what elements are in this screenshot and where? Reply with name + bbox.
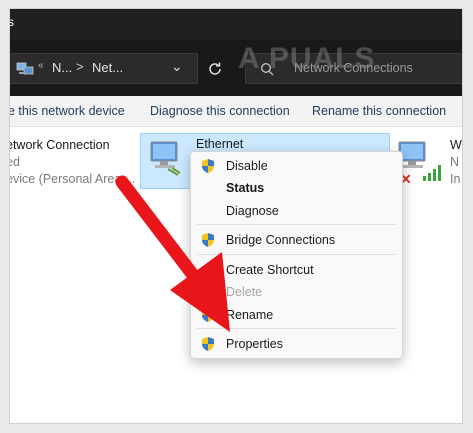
search-box[interactable]: Network Connections: [245, 53, 462, 84]
command-bar: e this network device Diagnose this conn…: [10, 96, 462, 127]
menu-item-status[interactable]: Status: [191, 177, 402, 199]
connection-name: etwork Connection: [10, 138, 110, 152]
search-placeholder: Network Connections: [294, 61, 413, 75]
connection-item-wifi[interactable]: W N In: [450, 137, 462, 188]
connection-device: In: [450, 172, 461, 186]
menu-item-label: Properties: [226, 337, 283, 351]
uac-shield-icon: [202, 159, 214, 173]
uac-shield-icon: [202, 337, 214, 351]
uac-shield-icon: [202, 233, 214, 247]
connection-status: ed: [10, 155, 20, 169]
ethernet-adapter-icon: [150, 141, 181, 176]
menu-item-bridge-connections[interactable]: Bridge Connections: [191, 229, 402, 251]
refresh-icon[interactable]: [207, 61, 223, 77]
menu-item-properties[interactable]: Properties: [191, 333, 402, 355]
menu-item-label: Delete: [226, 285, 263, 299]
window-title: s: [10, 15, 14, 29]
menu-item-delete: Delete: [191, 281, 402, 303]
title-bar: s: [10, 9, 462, 40]
connection-name: W: [450, 138, 462, 152]
address-bar-area: « N... > Net... ⌄ Network Connections: [10, 40, 462, 96]
menu-item-label: Status: [226, 181, 265, 195]
menu-item-disable[interactable]: Disable: [191, 155, 402, 177]
chevron-down-icon[interactable]: ⌄: [171, 58, 183, 75]
ethernet-connection-name: Ethernet: [196, 137, 244, 151]
menu-separator: [197, 224, 396, 225]
menu-separator: [197, 254, 396, 255]
search-icon: [260, 62, 274, 76]
menu-separator: [197, 328, 396, 329]
menu-item-create-shortcut[interactable]: Create Shortcut: [191, 259, 402, 281]
connection-status: N: [450, 155, 460, 169]
uac-shield-icon: [202, 308, 214, 322]
menu-item-rename[interactable]: Rename: [191, 304, 402, 326]
menu-item-label: Rename: [226, 308, 274, 322]
breadcrumb[interactable]: « N... > Net... ⌄: [10, 53, 198, 84]
breadcrumb-separator-icon: >: [76, 59, 84, 74]
menu-item-label: Disable: [226, 159, 268, 173]
breadcrumb-item-2[interactable]: Net...: [92, 60, 123, 75]
disable-device-command[interactable]: e this network device: [10, 104, 125, 118]
diagnose-connection-command[interactable]: Diagnose this connection: [150, 104, 290, 118]
menu-item-label: Create Shortcut: [226, 263, 314, 277]
menu-item-label: Bridge Connections: [226, 233, 336, 247]
menu-item-diagnose[interactable]: Diagnose: [191, 200, 402, 222]
network-connections-icon: [16, 62, 34, 75]
signal-bars-icon: [423, 165, 441, 181]
connection-device: evice (Personal Area ...: [10, 172, 136, 186]
breadcrumb-item-1[interactable]: N...: [52, 60, 72, 75]
chevron-left-double-icon: «: [38, 60, 44, 71]
connection-item-bluetooth[interactable]: etwork Connection ed evice (Personal Are…: [10, 137, 135, 188]
context-menu: Disable Status Diagnose Bridge Connectio…: [190, 151, 403, 359]
menu-item-label: Diagnose: [226, 204, 279, 218]
rename-connection-command[interactable]: Rename this connection: [312, 104, 446, 118]
